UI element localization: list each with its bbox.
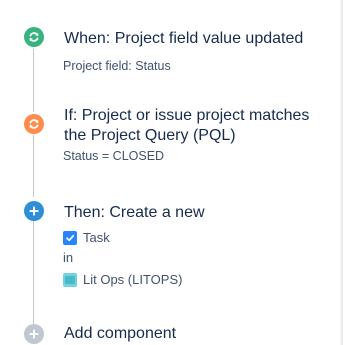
in-label: in (63, 250, 74, 265)
refresh-icon (28, 118, 40, 130)
condition-node[interactable] (24, 114, 44, 134)
refresh-icon (28, 31, 40, 43)
add-component-button[interactable]: Add component (64, 324, 176, 343)
plus-icon (29, 329, 39, 339)
connector-line (33, 135, 34, 197)
project-row: Lit Ops (LITOPS) (63, 272, 182, 288)
connector-line (33, 221, 34, 324)
automation-rule-canvas: When: Project field value updated Projec… (0, 0, 343, 345)
condition-title-line-1[interactable]: If: Project or issue project matches (64, 106, 309, 125)
task-checkbox-icon (63, 231, 77, 245)
plus-icon (29, 206, 39, 216)
project-label: Lit Ops (LITOPS) (83, 272, 183, 287)
action-title[interactable]: Then: Create a new (64, 203, 205, 222)
project-icon (63, 273, 77, 287)
trigger-node[interactable] (24, 27, 44, 47)
action-node[interactable] (24, 201, 44, 221)
trigger-detail: Project field: Status (63, 59, 171, 73)
in-label-row: in (63, 250, 73, 266)
trigger-title[interactable]: When: Project field value updated (64, 29, 303, 48)
panel-edge-shadow (339, 0, 343, 345)
condition-detail: Status = CLOSED (63, 149, 165, 163)
connector-line (33, 49, 34, 112)
add-component-node[interactable] (24, 324, 44, 344)
issue-type-row: Task (63, 230, 110, 246)
issue-type-label: Task (83, 230, 110, 245)
condition-title-line-2[interactable]: the Project Query (PQL) (64, 126, 236, 145)
